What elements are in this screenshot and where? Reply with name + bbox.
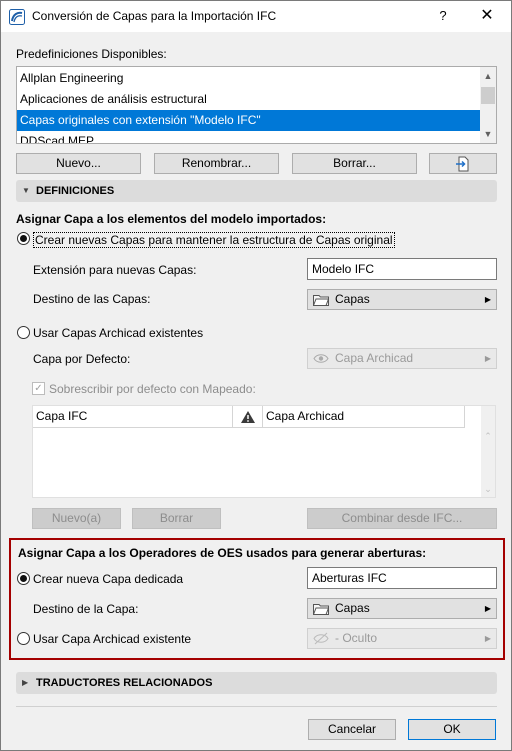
scroll-down-icon[interactable]: ▼ xyxy=(480,126,496,142)
cancel-button[interactable]: Cancelar xyxy=(308,719,396,740)
footer-divider xyxy=(16,706,497,707)
layers-destination-value: Capas xyxy=(335,292,370,306)
delete-preset-button[interactable]: Borrar... xyxy=(292,153,417,174)
export-preset-button[interactable] xyxy=(429,153,497,174)
presets-label: Predefiniciones Disponibles: xyxy=(16,47,167,61)
create-new-layers-radio[interactable] xyxy=(17,232,30,245)
use-existing-layer-radio[interactable] xyxy=(17,632,30,645)
eye-icon xyxy=(313,354,329,363)
assign-layer-label: Asignar Capa a los elementos del modelo … xyxy=(16,212,327,226)
list-item[interactable]: Allplan Engineering xyxy=(17,68,481,89)
related-title: TRADUCTORES RELACIONADOS xyxy=(36,677,213,689)
existing-layer-value: - Oculto xyxy=(335,631,378,645)
help-button[interactable]: ? xyxy=(431,6,455,26)
mapping-table[interactable]: Capa IFC Capa Archicad ⌃ ⌄ xyxy=(32,405,496,498)
dedicated-layer-input[interactable]: Aberturas IFC xyxy=(307,567,497,589)
table-scrollbar[interactable]: ⌃ ⌄ xyxy=(481,406,495,497)
popup-arrow-icon: ▶ xyxy=(484,634,491,643)
related-section-header[interactable]: ▶ TRADUCTORES RELACIONADOS xyxy=(16,672,497,694)
ok-button[interactable]: OK xyxy=(408,719,496,740)
layer-destination-value: Capas xyxy=(335,601,370,615)
title-bar: Conversión de Capas para la Importación … xyxy=(1,1,511,32)
create-new-layers-label[interactable]: Crear nuevas Capas para mantener la estr… xyxy=(33,232,395,248)
overwrite-checkbox[interactable]: ✓ xyxy=(32,382,45,395)
use-existing-layers-radio[interactable] xyxy=(17,326,30,339)
layers-destination-label: Destino de las Capas: xyxy=(33,292,151,306)
expand-triangle-icon: ▶ xyxy=(22,678,29,687)
extension-label: Extensión para nuevas Capas: xyxy=(33,263,197,277)
scroll-down-icon[interactable]: ⌄ xyxy=(481,481,495,497)
export-file-icon xyxy=(456,156,469,172)
default-layer-popup[interactable]: Capa Archicad ▶ xyxy=(307,348,497,369)
rename-preset-button[interactable]: Renombrar... xyxy=(154,153,279,174)
openings-assign-label: Asignar Capa a los Operadores de OES usa… xyxy=(18,546,427,560)
layers-destination-popup[interactable]: Capas ▶ xyxy=(307,289,497,310)
list-item-selected[interactable]: Capas originales con extensión "Modelo I… xyxy=(17,110,481,131)
new-preset-button[interactable]: Nuevo... xyxy=(16,153,141,174)
dialog-window: Conversión de Capas para la Importación … xyxy=(0,0,512,751)
list-item[interactable]: Aplicaciones de análisis estructural xyxy=(17,89,481,110)
folder-icon xyxy=(313,604,329,615)
new-mapping-button[interactable]: Nuevo(a) xyxy=(32,508,121,529)
popup-arrow-icon: ▶ xyxy=(484,354,491,363)
layer-destination-popup[interactable]: Capas ▶ xyxy=(307,598,497,619)
create-dedicated-layer-radio[interactable] xyxy=(17,572,30,585)
scroll-up-icon[interactable]: ⌃ xyxy=(481,428,495,444)
close-button[interactable]: ✕ xyxy=(475,6,499,26)
window-title: Conversión de Capas para la Importación … xyxy=(32,9,277,23)
warning-icon xyxy=(240,411,255,423)
popup-arrow-icon: ▶ xyxy=(484,295,491,304)
extension-input[interactable]: Modelo IFC xyxy=(307,258,497,280)
definitions-title: DEFINICIONES xyxy=(36,185,115,197)
use-existing-layers-label[interactable]: Usar Capas Archicad existentes xyxy=(33,326,203,340)
create-dedicated-layer-label[interactable]: Crear nueva Capa dedicada xyxy=(33,572,183,586)
presets-list[interactable]: Allplan Engineering Aplicaciones de anál… xyxy=(16,66,497,144)
column-header-warning[interactable] xyxy=(233,406,263,428)
archicad-app-icon xyxy=(9,9,25,25)
combine-from-ifc-button[interactable]: Combinar desde IFC... xyxy=(307,508,497,529)
delete-mapping-button[interactable]: Borrar xyxy=(132,508,221,529)
default-layer-label: Capa por Defecto: xyxy=(33,352,131,366)
collapse-triangle-icon: ▼ xyxy=(22,186,30,195)
presets-scrollbar[interactable]: ▲ ▼ xyxy=(480,67,496,143)
column-header-ifc-layer[interactable]: Capa IFC xyxy=(33,406,233,428)
use-existing-layer-label[interactable]: Usar Capa Archicad existente xyxy=(33,632,191,646)
layer-destination-label: Destino de la Capa: xyxy=(33,602,139,616)
scroll-up-icon[interactable]: ▲ xyxy=(480,68,496,84)
definitions-section-header[interactable]: ▼ DEFINICIONES xyxy=(16,180,497,202)
hidden-eye-icon xyxy=(313,632,329,645)
folder-icon xyxy=(313,295,329,306)
list-item[interactable]: DDScad MEP xyxy=(17,131,481,143)
overwrite-label: Sobrescribir por defecto con Mapeado: xyxy=(49,382,256,396)
scroll-thumb[interactable] xyxy=(481,87,495,104)
column-header-archicad-layer[interactable]: Capa Archicad xyxy=(263,406,465,428)
existing-layer-popup[interactable]: - Oculto ▶ xyxy=(307,628,497,649)
popup-arrow-icon: ▶ xyxy=(484,604,491,613)
default-layer-value: Capa Archicad xyxy=(335,351,414,365)
